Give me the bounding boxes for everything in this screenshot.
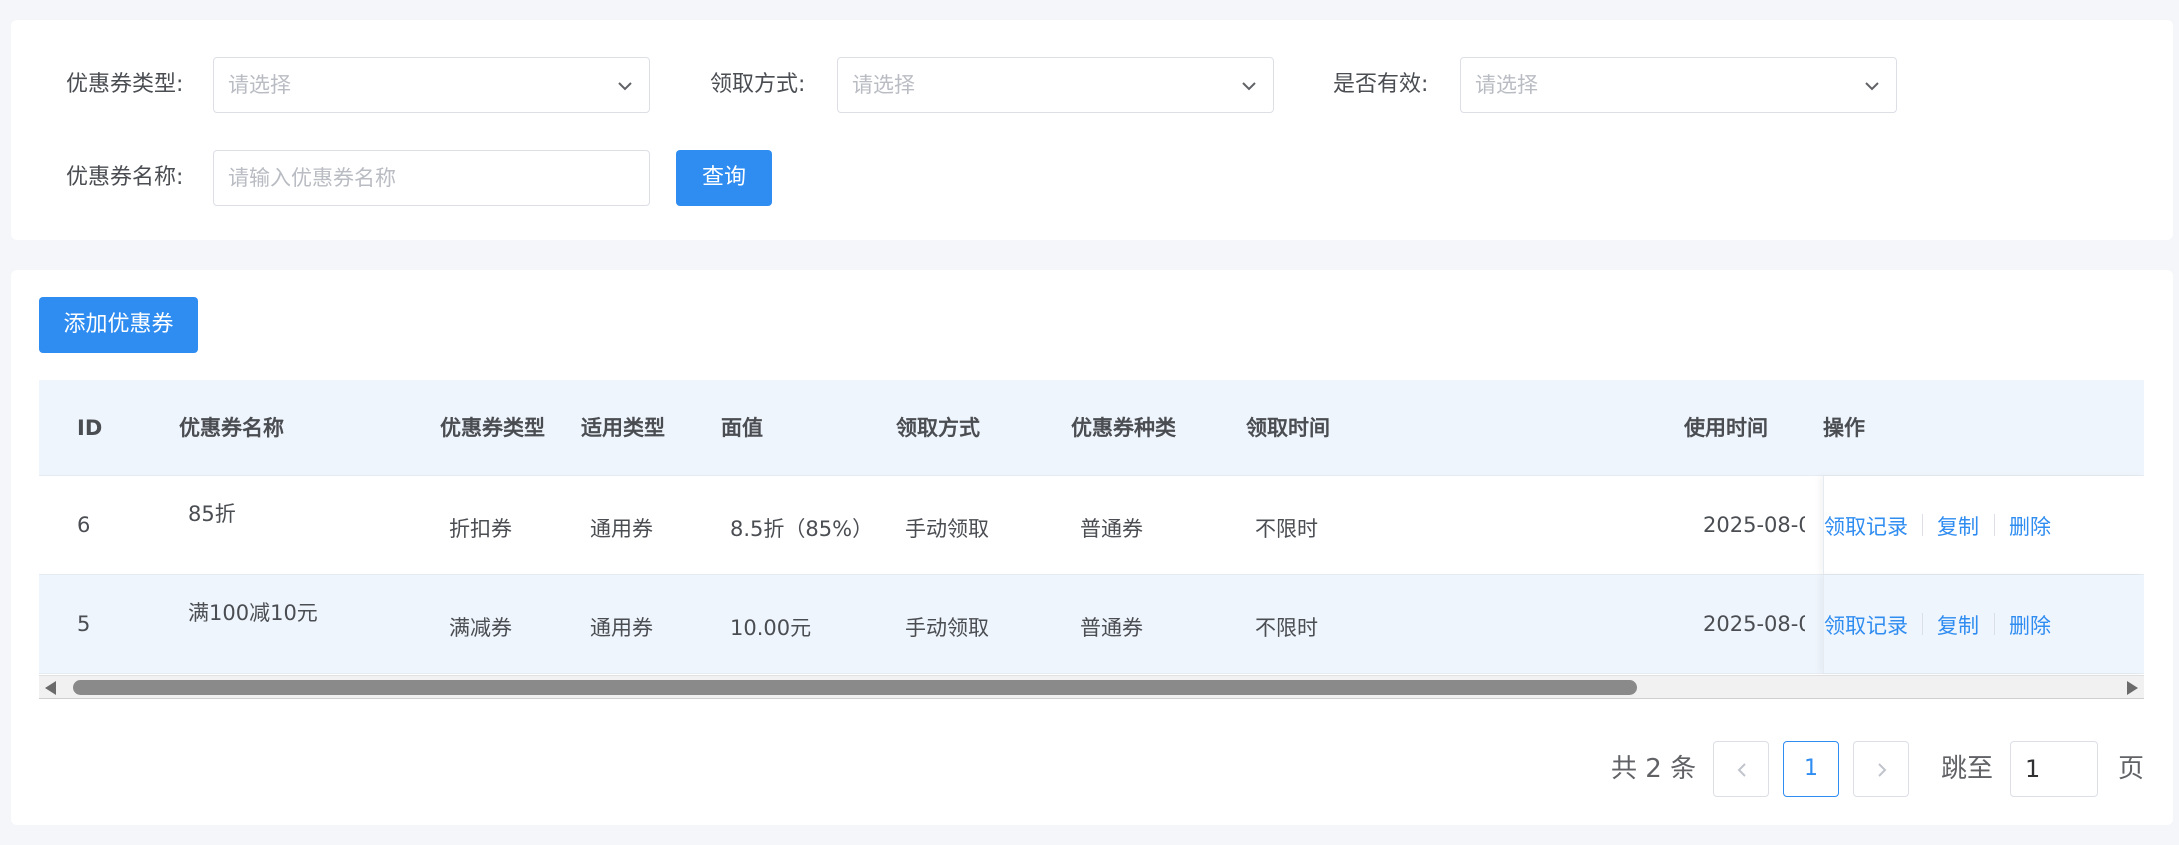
is-valid-select[interactable]: 请选择: [1460, 57, 1897, 113]
cell-claim-time: 不限时: [1255, 616, 1318, 640]
scroll-left-arrow-icon[interactable]: [45, 681, 56, 695]
jump-page-value: 1: [2025, 755, 2041, 783]
query-button[interactable]: 查询: [676, 150, 772, 206]
chevron-down-icon: [1242, 82, 1256, 91]
delete-link[interactable]: 删除: [2009, 610, 2051, 640]
claim-records-link[interactable]: 领取记录: [1824, 511, 1908, 541]
header-ops: 操作: [1823, 416, 1865, 440]
row-actions: 领取记录 复制 删除: [1823, 575, 2144, 673]
claim-records-link[interactable]: 领取记录: [1824, 610, 1908, 640]
cell-name: 满100减10元: [188, 601, 318, 625]
is-valid-placeholder: 请选择: [1475, 73, 1538, 97]
action-divider: [1922, 514, 1923, 536]
table-header: ID 优惠券名称 优惠券类型 适用类型 面值 领取方式 优惠券种类 领取时间 使…: [39, 380, 2144, 476]
claim-method-placeholder: 请选择: [852, 73, 915, 97]
cell-kind: 普通券: [1080, 616, 1143, 640]
cell-claim-time: 不限时: [1255, 517, 1318, 541]
filter-panel: 优惠券类型: 请选择 领取方式: 请选择 是否有效: 请选择 优惠券名称: 请输…: [11, 20, 2173, 240]
cell-value: 10.00元: [730, 616, 812, 640]
jump-page-input[interactable]: 1: [2010, 741, 2098, 797]
copy-link[interactable]: 复制: [1937, 610, 1979, 640]
coupon-name-label: 优惠券名称:: [66, 165, 184, 190]
is-valid-label: 是否有效:: [1333, 72, 1429, 97]
header-use-time: 使用时间: [1684, 416, 1768, 440]
cell-id: 5: [77, 612, 91, 636]
claim-method-select[interactable]: 请选择: [837, 57, 1274, 113]
table-row: 5 满100减10元 满减券 通用券 10.00元 手动领取 普通券 不限时 2…: [39, 575, 2144, 674]
cell-scope: 通用券: [590, 517, 653, 541]
cell-scope: 通用券: [590, 616, 653, 640]
cell-use-time: 2025-08-0: [1703, 612, 1805, 636]
cell-kind: 普通券: [1080, 517, 1143, 541]
cell-value: 8.5折（85%）: [730, 517, 874, 541]
cell-use-time: 2025-08-0: [1703, 513, 1805, 537]
cell-method: 手动领取: [905, 517, 989, 541]
chevron-down-icon: [618, 82, 632, 91]
page-number-button[interactable]: 1: [1783, 741, 1839, 797]
add-coupon-button[interactable]: 添加优惠券: [39, 297, 198, 353]
chevron-left-icon: [1737, 763, 1746, 777]
coupon-type-placeholder: 请选择: [228, 73, 291, 97]
delete-link[interactable]: 删除: [2009, 511, 2051, 541]
coupon-type-select[interactable]: 请选择: [213, 57, 650, 113]
jump-label: 跳至: [1941, 754, 1994, 784]
coupon-table: ID 优惠券名称 优惠券类型 适用类型 面值 领取方式 优惠券种类 领取时间 使…: [39, 380, 2144, 710]
chevron-down-icon: [1865, 82, 1879, 91]
copy-link[interactable]: 复制: [1937, 511, 1979, 541]
header-scope: 适用类型: [581, 416, 665, 440]
header-type: 优惠券类型: [440, 416, 545, 440]
header-name: 优惠券名称: [179, 416, 284, 440]
action-divider: [1994, 613, 1995, 635]
header-method: 领取方式: [896, 416, 980, 440]
pagination-total: 共 2 条: [1611, 754, 1697, 784]
coupon-name-input[interactable]: 请输入优惠券名称: [213, 150, 650, 206]
coupon-type-label: 优惠券类型:: [66, 72, 184, 97]
header-kind: 优惠券种类: [1071, 416, 1176, 440]
table-panel: 添加优惠券 ID 优惠券名称 优惠券类型 适用类型 面值 领取方式 优惠券种类 …: [11, 270, 2173, 825]
row-actions: 领取记录 复制 删除: [1823, 476, 2144, 574]
next-page-button[interactable]: [1853, 741, 1909, 797]
horizontal-scrollbar[interactable]: [39, 675, 2144, 699]
action-divider: [1922, 613, 1923, 635]
cell-type: 满减券: [449, 616, 512, 640]
table-row: 6 85折 折扣券 通用券 8.5折（85%） 手动领取 普通券 不限时 202…: [39, 476, 2144, 575]
cell-id: 6: [77, 513, 91, 537]
scroll-right-arrow-icon[interactable]: [2127, 681, 2138, 695]
prev-page-button[interactable]: [1713, 741, 1769, 797]
header-value: 面值: [721, 416, 763, 440]
page-suffix: 页: [2118, 754, 2145, 784]
action-divider: [1994, 514, 1995, 536]
claim-method-label: 领取方式:: [710, 72, 806, 97]
scrollbar-thumb[interactable]: [73, 680, 1637, 695]
cell-name: 85折: [188, 502, 236, 526]
coupon-name-placeholder: 请输入优惠券名称: [228, 166, 396, 190]
cell-method: 手动领取: [905, 616, 989, 640]
header-id: ID: [77, 416, 103, 440]
header-claim-time: 领取时间: [1246, 416, 1330, 440]
page-number: 1: [1804, 756, 1818, 781]
chevron-right-icon: [1878, 763, 1887, 777]
cell-type: 折扣券: [449, 517, 512, 541]
